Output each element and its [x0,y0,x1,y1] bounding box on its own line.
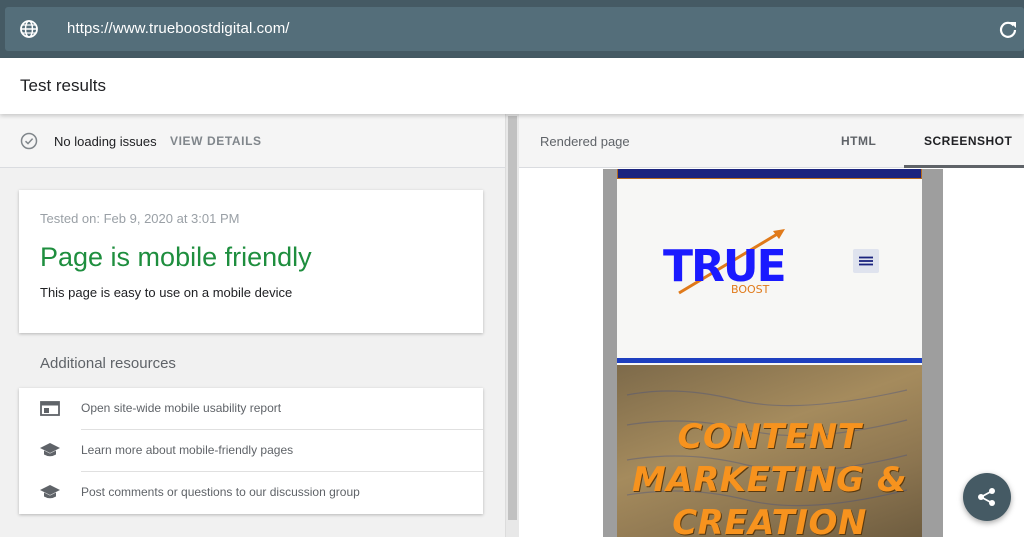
verdict-card: Tested on: Feb 9, 2020 at 3:01 PM Page i… [19,190,483,333]
list-item-learn-more[interactable]: Learn more about mobile-friendly pages [19,430,483,471]
resources-list: Open site-wide mobile usability report L… [19,388,483,514]
site-top-strip [617,169,922,179]
hamburger-icon [859,256,873,266]
page-title: Test results [20,76,106,95]
left-panel-scrollbar[interactable] [505,114,519,537]
active-tab-indicator [904,165,1024,168]
site-divider-line [617,358,922,363]
loading-status-text: No loading issues [54,134,157,149]
logo-sub-text: BOOST [731,283,770,296]
rendered-page-label: Rendered page [540,134,630,149]
hero-line-3: CREATION [672,503,867,537]
reload-icon[interactable] [998,19,1018,39]
view-details-button[interactable]: VIEW DETAILS [170,134,262,148]
share-icon [978,488,995,506]
resource-label: Open site-wide mobile usability report [81,401,282,415]
url-bar-container: https://www.trueboostdigital.com/ [0,0,1024,58]
preview-tabs-row: Rendered page HTML SCREENSHOT [519,114,1024,168]
verdict-description: This page is easy to use on a mobile dev… [40,285,293,300]
trueboost-logo: TRUE BOOST [663,229,787,296]
graduation-cap-icon [40,443,60,457]
graduation-cap-icon [40,485,60,499]
url-text[interactable]: https://www.trueboostdigital.com/ [67,20,290,37]
rendered-page-panel: Rendered page HTML SCREENSHOT TRUE BOOST [519,114,1024,537]
hero-line-2: MARKETING & [631,460,908,500]
results-panel: No loading issues VIEW DETAILS Tested on… [0,114,505,537]
mobile-screenshot-frame: TRUE BOOST CONTENT MARKETING & CREATION [603,169,943,537]
globe-icon [20,20,38,38]
additional-resources-heading: Additional resources [40,355,176,372]
list-item-usability-report[interactable]: Open site-wide mobile usability report [19,388,483,429]
loading-status-row: No loading issues VIEW DETAILS [0,114,505,168]
tab-html[interactable]: HTML [841,134,876,148]
site-hero-banner: CONTENT MARKETING & CREATION [617,365,922,537]
web-layout-icon [40,401,60,416]
tab-screenshot[interactable]: SCREENSHOT [924,134,1012,148]
check-circle-icon [20,132,38,150]
resource-label: Post comments or questions to our discus… [81,485,360,499]
share-button[interactable] [963,473,1011,521]
page-header: Test results [0,58,1024,114]
hero-line-1: CONTENT [677,417,862,457]
url-bar[interactable]: https://www.trueboostdigital.com/ [5,7,1024,51]
tested-on-text: Tested on: Feb 9, 2020 at 3:01 PM [40,211,240,226]
verdict-heading: Page is mobile friendly [40,242,312,272]
mobile-screenshot: TRUE BOOST CONTENT MARKETING & CREATION [617,169,922,537]
list-item-discussion-group[interactable]: Post comments or questions to our discus… [19,472,483,513]
site-menu-button[interactable] [853,249,879,273]
resource-label: Learn more about mobile-friendly pages [81,443,294,457]
scrollbar-thumb[interactable] [508,116,517,520]
